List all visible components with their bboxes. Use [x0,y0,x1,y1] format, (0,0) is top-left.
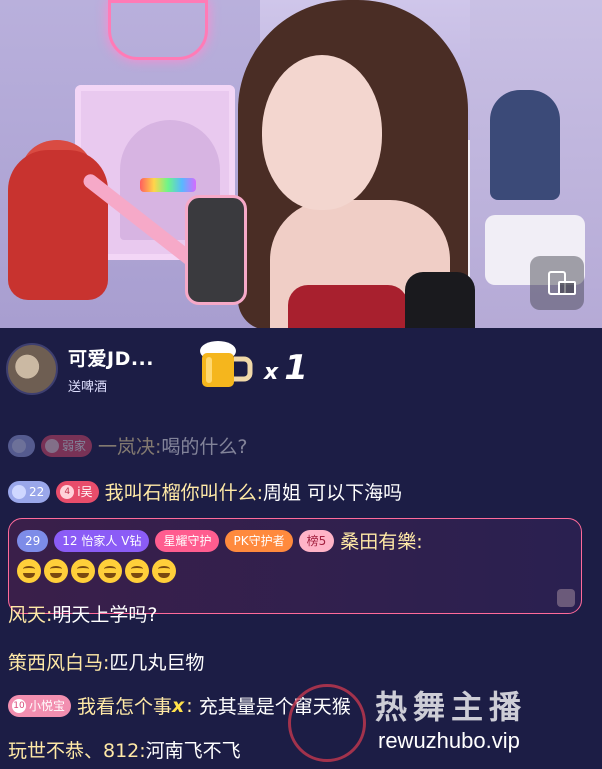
family-badge: 12 怡家人 V钻 [54,529,150,552]
pleading-emoji-icon [152,559,176,583]
watermark: 热舞主播 rewuzhubo.vip [280,680,600,766]
fan-club-badge: 4 i吴 [56,480,99,503]
chat-username[interactable]: 一岚决: [98,432,161,459]
chat-username[interactable]: 风天: [8,600,52,627]
chat-username[interactable]: 我看怎个事 [77,692,172,719]
watermark-title: 热舞主播 [375,688,528,726]
bottle [405,272,475,328]
gift-sender-name[interactable]: 可爱JD... [68,344,154,371]
corner-decoration-icon [557,589,575,607]
chat-message: 风天: 明天上学吗? [8,600,158,627]
fans-level-badge: 22 [8,480,51,503]
gift-sender-avatar[interactable] [6,343,58,395]
watermark-logo-icon [288,684,366,762]
pk-guard-badge: PK守护者 [225,529,293,552]
chat-text: 周姐 可以下海吗 [263,482,403,504]
chat-username[interactable]: 我叫石榴你叫什么: [105,478,263,505]
guard-badge: 星耀守护 [155,529,220,552]
chat-message: 弱家 一岚决: 喝的什么? [8,432,248,459]
fan-club-badge: 10 小悦宝 [8,694,72,717]
chat-message: 22 4 i吴 我叫石榴你叫什么: 周姐 可以下海吗 [8,478,402,505]
chat-text: 河南飞不飞 [145,740,241,762]
rotate-screen-button[interactable] [530,256,584,310]
chat-text: 明天上学吗? [52,604,158,626]
chat-message: 策西风白马: 匹几丸巨物 [8,648,204,675]
pleading-emoji-icon [125,559,149,583]
chat-username[interactable]: 桑田有樂: [340,527,422,554]
video-player[interactable] [0,0,602,328]
gift-banner: 可爱JD... 送啤酒 x 1 [6,336,308,402]
laughing-emoji-icon [44,559,68,583]
beer-mug-icon [200,341,253,387]
sticker-x-icon: x [172,694,185,717]
rofl-emoji-icon [71,559,95,583]
gift-action: 送啤酒 [68,379,108,395]
fans-level-badge: 29 [17,529,49,552]
watermark-url: rewuzhubo.vip [378,728,520,753]
laughing-emoji-icon [17,559,41,583]
toy-figure [8,150,108,300]
chat-text: 喝的什么? [161,436,248,458]
emoji-row [17,559,179,583]
collectible-figure [490,90,560,200]
fan-club-badge: 弱家 [41,434,93,457]
gift-multiplier: x 1 [264,348,308,388]
chat-username[interactable]: 策西风白马: [8,648,109,675]
chat-text: 匹几丸巨物 [109,652,205,674]
fans-level-badge [8,434,35,457]
rotate-screen-icon [548,271,576,295]
rank-badge: 榜5 [298,529,335,552]
live-stream-screen: 可爱JD... 送啤酒 x 1 弱家 一岚决: 喝的什么? 22 4 i吴 我叫石… [0,0,602,769]
microphone [185,195,247,305]
chat-message: 玩世不恭、812: 河南飞不飞 [8,736,241,763]
rofl-emoji-icon [98,559,122,583]
chat-username[interactable]: 玩世不恭、812: [8,736,146,763]
neon-sign [108,0,208,60]
